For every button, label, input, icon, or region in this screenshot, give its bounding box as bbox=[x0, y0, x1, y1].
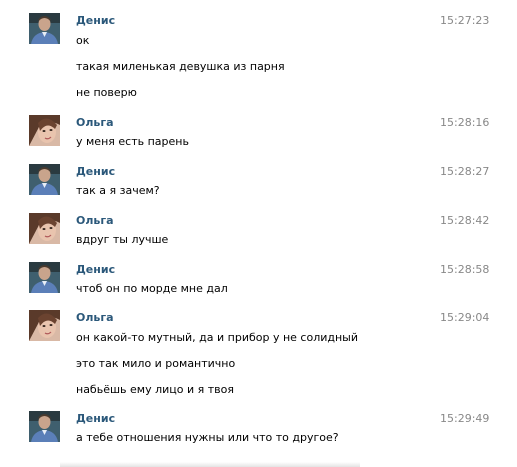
male-user-avatar[interactable] bbox=[29, 13, 60, 44]
message-author[interactable]: Ольга bbox=[76, 116, 114, 129]
bottom-fade bbox=[60, 462, 360, 467]
message-text: у меня есть парень bbox=[76, 135, 189, 148]
message-text: он какой-то мутный, да и прибор у не сол… bbox=[76, 331, 359, 344]
male-user-avatar[interactable] bbox=[29, 262, 60, 293]
message-time[interactable]: 15:28:16 bbox=[440, 116, 489, 129]
male-user-avatar[interactable] bbox=[29, 411, 60, 442]
male-user-avatar[interactable] bbox=[29, 164, 60, 195]
message-author[interactable]: Ольга bbox=[76, 311, 114, 324]
female-avatar-image bbox=[29, 213, 60, 244]
message-text: такая миленькая девушка из парня bbox=[76, 60, 285, 73]
message-text: а тебе отношения нужны или что то другое… bbox=[76, 431, 339, 444]
message-author[interactable]: Денис bbox=[76, 412, 115, 425]
male-avatar-image bbox=[29, 13, 60, 44]
message-text: так а я зачем? bbox=[76, 184, 160, 197]
message-text: набьёшь ему лицо и я твоя bbox=[76, 383, 234, 396]
message-history: Денис 15:27:23 ок такая миленькая девушк… bbox=[0, 0, 517, 467]
message-time[interactable]: 15:27:23 bbox=[440, 14, 489, 27]
message-author[interactable]: Ольга bbox=[76, 214, 114, 227]
female-user-avatar[interactable] bbox=[29, 213, 60, 244]
message-text: ок bbox=[76, 34, 90, 47]
message-text: чтоб он по морде мне дал bbox=[76, 282, 228, 295]
male-avatar-image bbox=[29, 411, 60, 442]
male-avatar-image bbox=[29, 164, 60, 195]
message-author[interactable]: Денис bbox=[76, 263, 115, 276]
message-author[interactable]: Денис bbox=[76, 14, 115, 27]
female-user-avatar[interactable] bbox=[29, 310, 60, 341]
message-text: это так мило и романтично bbox=[76, 357, 236, 370]
message-time[interactable]: 15:29:04 bbox=[440, 311, 489, 324]
message-text: не поверю bbox=[76, 86, 137, 99]
message-text: вдруг ты лучше bbox=[76, 233, 169, 246]
message-time[interactable]: 15:28:58 bbox=[440, 263, 489, 276]
message-time[interactable]: 15:28:42 bbox=[440, 214, 489, 227]
male-avatar-image bbox=[29, 262, 60, 293]
message-author[interactable]: Денис bbox=[76, 165, 115, 178]
message-time[interactable]: 15:28:27 bbox=[440, 165, 489, 178]
message-time[interactable]: 15:29:49 bbox=[440, 412, 489, 425]
female-avatar-image bbox=[29, 115, 60, 146]
female-user-avatar[interactable] bbox=[29, 115, 60, 146]
female-avatar-image bbox=[29, 310, 60, 341]
